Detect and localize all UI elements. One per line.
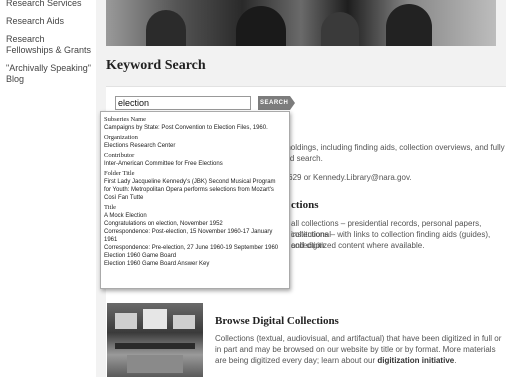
collections-text-line: and digitized content where available.: [291, 241, 425, 250]
dropdown-option[interactable]: A Mock Election: [104, 212, 286, 220]
dropdown-group-title: Subseries Name: [104, 116, 147, 123]
sidebar-item-archivally-speaking-blog[interactable]: "Archivally Speaking" Blog: [0, 63, 96, 85]
keyword-search-input[interactable]: [115, 96, 251, 110]
dropdown-option[interactable]: Elections Research Center: [104, 142, 286, 150]
browse-digital-collections-description: Collections (textual, audiovisual, and a…: [215, 333, 505, 366]
search-button[interactable]: SEARCH: [258, 96, 295, 110]
contact-text: 4.1629 or Kennedy.Library@nara.gov.: [277, 173, 412, 182]
browse-desc-text: Collections (textual, audiovisual, and a…: [215, 334, 502, 365]
sidebar-item-research-aids[interactable]: Research Aids: [0, 16, 96, 27]
digitization-initiative-link[interactable]: digitization initiative: [377, 356, 454, 365]
autocomplete-dropdown: Subseries Name Campaigns by State: Post …: [100, 111, 290, 289]
dropdown-option[interactable]: First Lady Jacqueline Kennedy's (JBK) Se…: [104, 178, 282, 202]
page-title: Keyword Search: [106, 58, 206, 73]
dropdown-option[interactable]: Congratulations on election, November 19…: [104, 220, 286, 228]
hero-banner-image: [106, 0, 496, 46]
dropdown-group-title: Organization: [104, 134, 138, 141]
sidebar-item-research-fellowships-grants[interactable]: Research Fellowships & Grants: [0, 34, 96, 56]
dropdown-group-title: Folder Title: [104, 170, 135, 177]
dropdown-option[interactable]: Election 1960 Game Board Answer Key: [104, 260, 286, 268]
digital-collections-thumbnail[interactable]: [107, 303, 203, 377]
sidebar: Research Services Research Aids Research…: [0, 0, 96, 377]
browse-desc-end: .: [454, 356, 457, 365]
browse-digital-collections-heading[interactable]: Browse Digital Collections: [215, 315, 339, 327]
dropdown-option[interactable]: Election 1960 Game Board: [104, 252, 286, 260]
dropdown-group-title: Title: [104, 204, 117, 211]
dropdown-group-title: Contributor: [104, 152, 135, 159]
section-heading: ctions: [291, 199, 319, 211]
dropdown-option[interactable]: Inter-American Committee for Free Electi…: [104, 160, 286, 168]
dropdown-option[interactable]: Campaigns by State: Post Convention to E…: [104, 124, 286, 132]
dropdown-option[interactable]: Correspondence: Post-election, 15 Novemb…: [104, 228, 286, 244]
dropdown-option[interactable]: Correspondence: Pre-election, 27 June 19…: [104, 244, 286, 252]
sidebar-list: Research Services Research Aids Research…: [0, 0, 96, 85]
sidebar-item-research-services[interactable]: Research Services: [0, 0, 96, 9]
